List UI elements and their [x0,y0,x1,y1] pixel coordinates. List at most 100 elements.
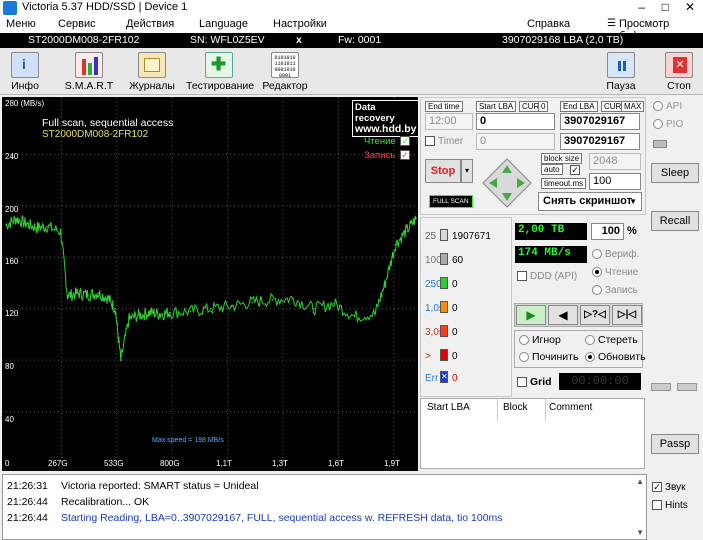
start-lba-input[interactable]: 0 [476,113,555,130]
drive-firmware: Fw: 0001 [338,34,382,46]
count-250-swatch [440,277,448,289]
y-tick: 160 [5,257,19,266]
data-point [35,226,38,229]
data-point [128,318,130,320]
data-point [230,305,233,307]
data-point [353,315,356,318]
stop-dropdown-icon[interactable]: ▾ [461,159,473,183]
data-point [292,297,294,300]
pause-label: Пауза [606,80,636,92]
log-message: Victoria reported: SMART status = Unidea… [61,480,259,492]
api-radio[interactable]: API [653,101,682,112]
pio-radio[interactable]: PIO [653,119,683,130]
end-lba-input[interactable]: 3907029167 [560,113,640,130]
percent-display: 100 [591,223,624,240]
repair-radio[interactable]: Починить [519,351,578,363]
repair-radio-icon [519,352,529,363]
pio-label: PIO [666,119,684,130]
hints-checkbox[interactable]: Hints [652,500,688,511]
testing-label: Тестирование [186,80,255,92]
end-time-label: End time [425,101,463,112]
info-icon: i [11,52,39,78]
x-tick: 1,6T [328,459,345,468]
x-tick: 533G [104,459,124,468]
col-start-lba[interactable]: Start LBA [427,402,470,413]
test-icon: ✚ [205,52,233,78]
end-time-input[interactable]: 12:00 [425,113,473,130]
count-err-swatch: ✕ [440,371,448,383]
y-unit-label: 280 (MB/s) [5,99,45,108]
ignore-radio[interactable]: Игнор [519,334,561,346]
read-legend[interactable]: Чтение ✓ [364,136,413,147]
random-seek-icon[interactable]: ▷?◁ [580,305,610,325]
count-3s-value: 0 [452,327,458,338]
scroll-up-icon[interactable]: ▲ [636,477,644,486]
block-size-select[interactable]: 2048 [589,153,641,170]
grid-checkbox[interactable]: Grid [517,376,552,388]
auto-checkbox[interactable]: ✓ [570,165,580,176]
play-backward-icon[interactable]: ◀ [548,305,578,325]
block-size-label: block size [541,153,583,164]
speed-display: 174 MB/s [515,246,587,263]
menu-item-language[interactable]: Language [199,18,248,30]
direction-pad[interactable] [481,157,533,209]
passport-button[interactable]: Passp [651,434,699,454]
verify-radio[interactable]: Вериф. [592,249,639,260]
col-comment[interactable]: Comment [549,402,592,413]
data-point [158,313,161,315]
data-point [210,307,212,310]
read-radio-icon [592,267,602,278]
minimize-button[interactable]: – [638,0,645,14]
indicator-led [653,140,667,148]
menu-item-settings[interactable]: Настройки [273,18,327,30]
full-scan-badge[interactable]: FULL SCAN [429,195,473,208]
testing-button[interactable]: ✚ Тестирование [186,52,255,92]
y-tick: 200 [5,205,19,214]
write-radio[interactable]: Запись [592,285,638,296]
verify-label: Вериф. [605,249,640,260]
stop-scan-button[interactable]: Stop [425,159,461,183]
recall-button[interactable]: Recall [651,211,699,231]
data-point [394,243,397,246]
timeout-select[interactable]: 100 [589,173,641,190]
editor-button[interactable]: 0101010 1101011 0001010 0001 Редактор [262,52,308,92]
timer-input[interactable]: 0 [476,133,555,150]
editor-icon: 0101010 1101011 0001010 0001 [271,52,299,79]
logs-button[interactable]: Журналы [128,52,176,92]
sound-checkbox[interactable]: ✓ Звук [652,482,686,493]
col-block[interactable]: Block [503,402,527,413]
play-forward-icon[interactable]: ▶ [516,305,546,325]
logs-label: Журналы [129,80,175,92]
sleep-button[interactable]: Sleep [651,163,699,183]
ddd-api-checkbox[interactable]: DDD (API) [517,271,577,282]
menu-item-service[interactable]: Сервис [58,18,96,30]
read-legend-checkbox[interactable]: ✓ [400,136,411,147]
max-button[interactable]: MAX [621,101,645,112]
chevron-down-icon: ▼ [629,197,637,206]
maximize-button[interactable]: □ [662,0,669,14]
pause-button[interactable]: Пауза [604,52,638,92]
info-button[interactable]: i Инфо [4,52,46,92]
timer-checkbox[interactable]: Timer [425,136,463,147]
refresh-radio[interactable]: Обновить [585,351,646,363]
screenshot-button[interactable]: Снять скриншот ▼ [538,192,642,211]
scroll-down-icon[interactable]: ▼ [636,528,644,537]
api-label: API [666,101,683,112]
menu-item-help[interactable]: Справка [527,18,570,30]
end-lba-cur-input[interactable]: 3907029167 [560,133,640,150]
read-radio[interactable]: Чтение [592,267,638,278]
butterfly-icon[interactable]: ▷|◁ [612,305,642,325]
count-gt-label: > [425,351,431,362]
stop-button-toolbar[interactable]: ✕ Стоп [662,52,696,92]
erase-radio[interactable]: Стереть [585,334,638,346]
write-legend[interactable]: Запись ✓ [364,150,413,161]
count-err-value: 0 [452,373,458,384]
write-legend-checkbox[interactable]: ✓ [399,150,410,161]
menu-item-menu[interactable]: Меню [6,18,36,30]
x-tick: 0 [5,459,10,468]
smart-button[interactable]: S.M.A.R.T [62,52,116,92]
cur-value: 0 [538,101,549,112]
close-window-button[interactable]: ✕ [685,0,695,14]
close-drive-info[interactable]: x [296,34,302,46]
menu-item-actions[interactable]: Действия [126,18,174,30]
